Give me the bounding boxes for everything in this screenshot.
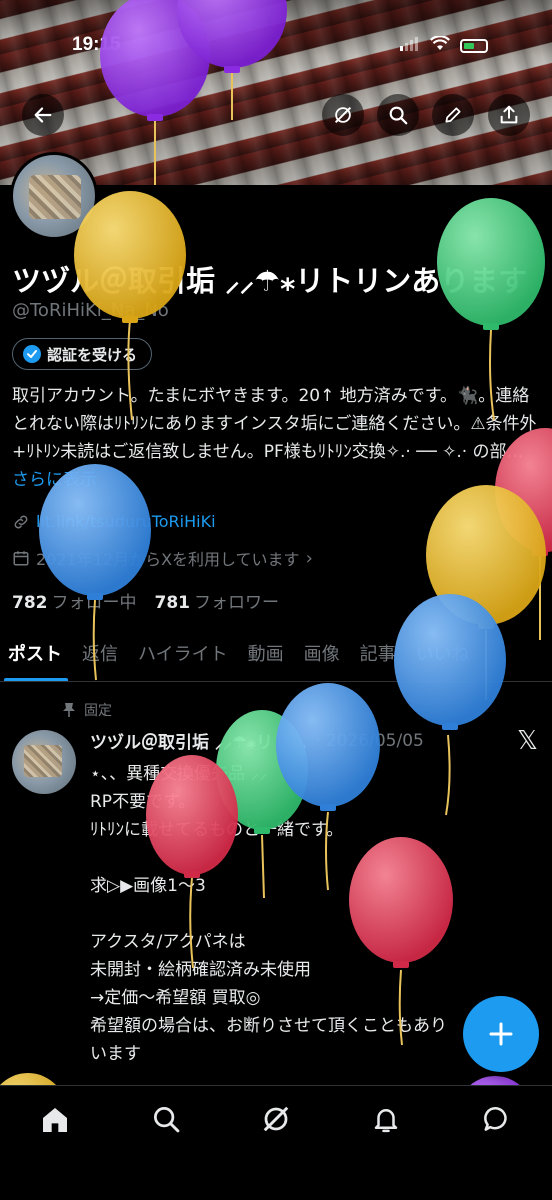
nav-messages[interactable]	[473, 1104, 521, 1152]
tab-posts[interactable]: ポスト	[0, 630, 72, 681]
bell-icon	[375, 1109, 398, 1133]
handle: @ToRiHiKi_Na_No	[12, 300, 169, 321]
signal-icon	[400, 36, 420, 55]
back-arrow-icon	[34, 107, 52, 123]
nav-search[interactable]	[142, 1104, 190, 1152]
battery-icon	[460, 38, 488, 53]
pin-icon	[63, 703, 75, 717]
post-line: アクスタ/アクパネは	[90, 932, 246, 952]
share-icon	[500, 105, 518, 124]
following-link[interactable]: 782 フォロー中	[12, 588, 137, 613]
joined-text: 2021年12月からXを利用しています	[36, 550, 300, 569]
pinned-label: 固定	[84, 703, 112, 719]
bottom-navigation	[0, 1085, 552, 1200]
status-time: 19:15	[72, 34, 121, 55]
followers-label: フォロワー	[194, 593, 279, 613]
post-author[interactable]: ツヅル＠取引垢 ⸝⸝☂︎⁎リト…	[90, 728, 307, 753]
followers-count: 781	[154, 593, 191, 613]
tab-videos[interactable]: 動画	[238, 630, 294, 681]
chevron-right-icon: ›	[305, 547, 313, 569]
post-line: 求▷▶画像1〜3	[90, 876, 206, 896]
post-line: ⋆、、異種交換優先品 ⸝⸝	[90, 764, 268, 784]
compose-button[interactable]	[463, 996, 539, 1072]
post-line	[90, 900, 540, 928]
search-button[interactable]	[377, 94, 419, 136]
followers-link[interactable]: 781 フォロワー	[155, 588, 280, 613]
get-verified-label: 認証を受ける	[47, 345, 138, 364]
profile-tabs: ポスト 返信 ハイライト 動画 画像 記事 いいね	[0, 630, 552, 682]
get-verified-button[interactable]: 認証を受ける	[12, 338, 153, 370]
share-button[interactable]	[488, 94, 530, 136]
grok-button[interactable]	[322, 94, 364, 136]
pinned-indicator: 固定	[62, 700, 112, 720]
home-icon	[43, 1108, 68, 1132]
calendar-icon	[13, 551, 29, 566]
following-label: フォロー中	[51, 593, 137, 613]
bio-more-link[interactable]: さらに表示	[12, 470, 97, 490]
joined-date[interactable]: 2021年12月からXを利用しています ›	[12, 546, 313, 570]
plus-icon	[489, 1022, 513, 1046]
follow-stats: 782 フォロー中 781 フォロワー	[12, 588, 279, 613]
profile-link[interactable]: lit.link/tsuduruToRiHiKi	[12, 512, 216, 531]
post-line	[90, 844, 540, 872]
verified-check-icon	[23, 345, 41, 363]
tab-articles[interactable]: 記事	[350, 630, 406, 681]
edit-button[interactable]	[432, 94, 474, 136]
profile-link-text[interactable]: lit.link/tsuduruToRiHiKi	[36, 512, 216, 531]
nav-notifications[interactable]	[362, 1104, 410, 1152]
message-icon	[483, 1107, 507, 1131]
pencil-icon	[445, 107, 461, 123]
profile-banner[interactable]	[0, 0, 552, 185]
tab-likes[interactable]: いいね	[406, 630, 480, 681]
post-header: ツヅル＠取引垢 ⸝⸝☂︎⁎リト… · 2026/05/05	[90, 728, 490, 754]
profile-bio: 取引アカウント。たまにボヤきます。20↑ 地方済みです。🐈‍⬛。連絡とれない際は…	[12, 382, 542, 494]
tab-replies[interactable]: 返信	[72, 630, 128, 681]
link-icon	[14, 515, 28, 528]
post-line: 未開封・絵柄確認済み未使用	[90, 960, 311, 980]
post-avatar[interactable]	[12, 730, 76, 794]
display-name: ツヅル＠取引垢 ⸝⸝☂︎⁎リトリンあります	[12, 264, 528, 298]
tab-highlights[interactable]: ハイライト	[128, 630, 238, 681]
post-line: ﾘﾄﾘﾝに載せてるものと一緒です。	[90, 820, 344, 840]
status-icons	[400, 35, 488, 55]
nav-home[interactable]	[31, 1104, 79, 1152]
grok-icon	[334, 106, 352, 124]
back-button[interactable]	[22, 94, 64, 136]
following-count: 782	[12, 593, 48, 613]
wifi-icon	[430, 35, 450, 55]
bio-text: 取引アカウント。たまにボヤきます。20↑ 地方済みです。🐈‍⬛。連絡とれない際は…	[12, 386, 537, 462]
search-icon	[389, 106, 408, 125]
nav-grok[interactable]	[252, 1104, 300, 1152]
search-icon	[153, 1107, 179, 1133]
tab-images[interactable]: 画像	[294, 630, 350, 681]
post-line: RP不要です。	[90, 792, 196, 812]
profile-avatar[interactable]	[10, 152, 98, 240]
grok-icon	[263, 1106, 289, 1132]
x-logo-icon: 𝕏	[517, 726, 538, 756]
post-date: · 2026/05/05	[315, 730, 424, 751]
